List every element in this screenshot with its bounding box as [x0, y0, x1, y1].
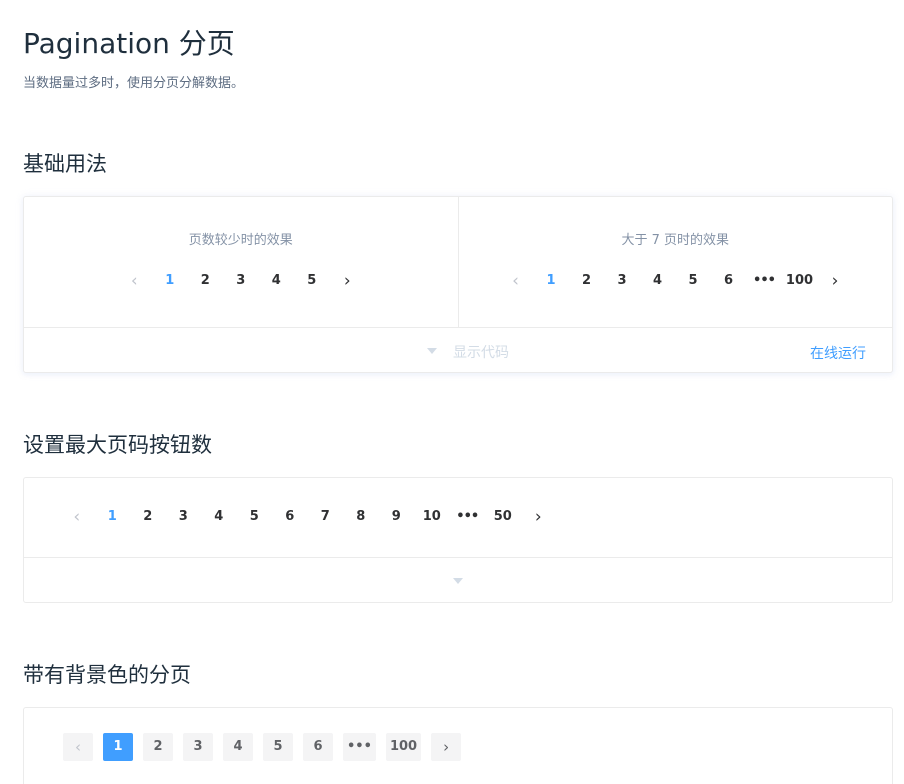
page-description: 当数据量过多时，使用分页分解数据。 [23, 76, 245, 91]
demo-control[interactable] [24, 558, 892, 601]
pagination: ‹ 1 2 3 4 5 6 ••• 100 › [459, 267, 893, 295]
page-number[interactable]: 10 [414, 503, 450, 531]
pagination: ‹ 1 2 3 4 5 › [24, 267, 458, 295]
run-online-button[interactable]: 在线运行 [810, 343, 866, 363]
page-number[interactable]: 50 [485, 503, 521, 531]
page-number[interactable]: 3 [166, 503, 202, 531]
prev-page-button[interactable]: ‹ [117, 267, 153, 295]
page-number[interactable]: 5 [294, 267, 330, 295]
section-title-basic: 基础用法 [23, 152, 107, 176]
page-number[interactable]: 1 [95, 503, 131, 531]
caret-down-icon [453, 578, 463, 584]
page-number[interactable]: 100 [385, 733, 422, 761]
page-number[interactable]: 5 [237, 503, 273, 531]
page-number[interactable]: 4 [223, 733, 253, 761]
prev-page-button[interactable]: ‹ [59, 503, 95, 531]
caret-down-icon [427, 348, 437, 354]
more-pages-icon[interactable]: ••• [450, 503, 486, 531]
page-number[interactable]: 8 [343, 503, 379, 531]
show-code-label[interactable]: 显示代码 [453, 342, 509, 362]
next-page-button[interactable]: › [431, 733, 462, 761]
demo-source: ‹ 1 2 3 4 5 6 7 8 9 10 ••• 50 › [24, 478, 892, 558]
page-number[interactable]: 1 [533, 267, 569, 295]
page-number[interactable]: 4 [259, 267, 295, 295]
page-number[interactable]: 3 [183, 733, 213, 761]
more-pages-icon[interactable]: ••• [343, 733, 376, 761]
pagination-background: ‹ 1 2 3 4 5 6 ••• 100 › [58, 733, 466, 761]
section-title-pager-count: 设置最大页码按钮数 [23, 433, 212, 457]
page-number[interactable]: 3 [223, 267, 259, 295]
next-page-button[interactable]: › [817, 267, 853, 295]
page-number[interactable]: 6 [272, 503, 308, 531]
demo-caption: 页数较少时的效果 [188, 233, 293, 248]
demo-caption: 大于 7 页时的效果 [621, 233, 730, 248]
page-number[interactable]: 1 [103, 733, 133, 761]
next-page-button[interactable]: › [521, 503, 557, 531]
demo-source: ‹ 1 2 3 4 5 6 ••• 100 › [24, 708, 892, 784]
page-number[interactable]: 7 [308, 503, 344, 531]
demo-many-pages: 大于 7 页时的效果 ‹ 1 2 3 4 5 6 ••• 100 › [457, 197, 893, 327]
page-number[interactable]: 5 [263, 733, 293, 761]
page-number[interactable]: 1 [152, 267, 188, 295]
page-number[interactable]: 4 [640, 267, 676, 295]
page-number[interactable]: 2 [569, 267, 605, 295]
demo-block-pager-count: ‹ 1 2 3 4 5 6 7 8 9 10 ••• 50 › [23, 477, 893, 603]
page-number[interactable]: 2 [143, 733, 173, 761]
demo-block-background: ‹ 1 2 3 4 5 6 ••• 100 › [23, 707, 893, 784]
prev-page-button[interactable]: ‹ [498, 267, 534, 295]
pagination: ‹ 1 2 3 4 5 6 7 8 9 10 ••• 50 › [59, 503, 556, 531]
page-title: Pagination 分页 [23, 27, 235, 60]
more-pages-icon[interactable]: ••• [746, 267, 782, 295]
next-page-button[interactable]: › [330, 267, 366, 295]
demo-source: 页数较少时的效果 ‹ 1 2 3 4 5 › 大于 7 页时的效果 ‹ 1 2 3 4 5 6 ••• 10… [24, 197, 892, 328]
demo-few-pages: 页数较少时的效果 ‹ 1 2 3 4 5 › [24, 197, 458, 327]
page-number[interactable]: 2 [130, 503, 166, 531]
page-number[interactable]: 4 [201, 503, 237, 531]
page-number[interactable]: 6 [303, 733, 333, 761]
page-number[interactable]: 100 [782, 267, 818, 295]
page-number[interactable]: 2 [188, 267, 224, 295]
section-title-background: 带有背景色的分页 [23, 663, 191, 687]
page-number[interactable]: 5 [675, 267, 711, 295]
prev-page-button[interactable]: ‹ [63, 733, 93, 761]
demo-control[interactable]: 显示代码 在线运行 [24, 328, 892, 371]
demo-block-basic: 页数较少时的效果 ‹ 1 2 3 4 5 › 大于 7 页时的效果 ‹ 1 2 3 4 5 6 ••• 10… [23, 196, 893, 373]
page-number[interactable]: 3 [604, 267, 640, 295]
page-number[interactable]: 6 [711, 267, 747, 295]
page-number[interactable]: 9 [379, 503, 415, 531]
